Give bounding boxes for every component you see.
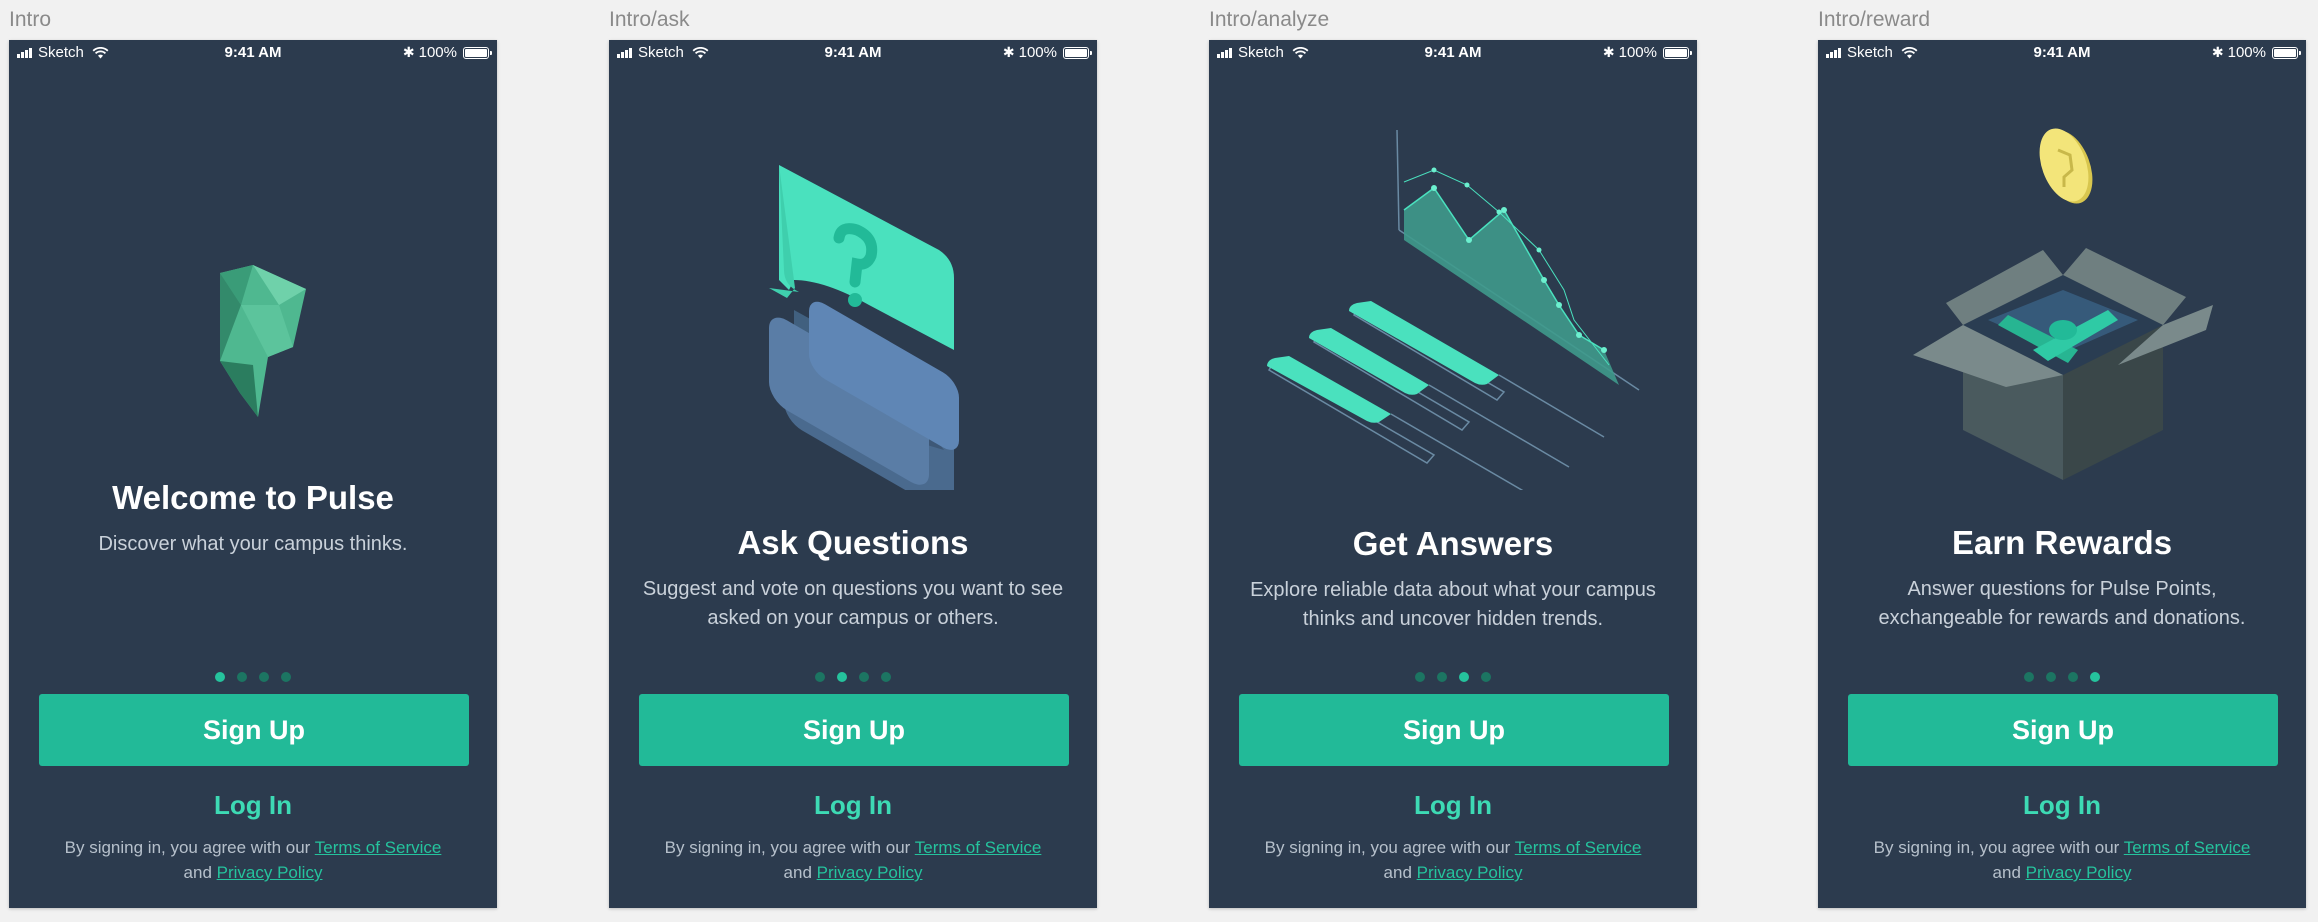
bluetooth-icon: ✱ xyxy=(402,44,415,60)
terms-of-service-link[interactable]: Terms of Service xyxy=(1515,838,1642,857)
terms-prefix: By signing in, you agree with our xyxy=(664,838,911,857)
phone-screen: Sketch 9:41 AM ✱ 100% xyxy=(1818,40,2306,908)
status-bar: Sketch 9:41 AM ✱ 100% xyxy=(1209,40,1697,67)
status-bar: Sketch 9:41 AM ✱ 100% xyxy=(1818,40,2306,67)
signup-button[interactable]: Sign Up xyxy=(639,694,1069,766)
privacy-policy-link[interactable]: Privacy Policy xyxy=(817,863,923,882)
terms-prefix: By signing in, you agree with our xyxy=(1264,838,1511,857)
terms-and: and xyxy=(183,863,212,882)
page-dot[interactable] xyxy=(859,672,869,682)
page-indicator xyxy=(609,672,1097,682)
terms-and: and xyxy=(783,863,812,882)
page-indicator xyxy=(1818,672,2306,682)
screen-title: Get Answers xyxy=(1352,525,1554,562)
screen-title: Ask Questions xyxy=(737,524,969,561)
page-dot[interactable] xyxy=(259,672,269,682)
artboard-label: Intro/reward xyxy=(1818,8,1931,31)
terms-and: and xyxy=(1992,863,2021,882)
signup-button[interactable]: Sign Up xyxy=(1848,694,2278,766)
artboard-label: Intro/ask xyxy=(609,8,690,31)
bluetooth-icon: ✱ xyxy=(2211,44,2224,60)
screen-title: Earn Rewards xyxy=(1951,524,2173,561)
page-dot[interactable] xyxy=(281,672,291,682)
signup-button[interactable]: Sign Up xyxy=(1239,694,1669,766)
reward-box-icon xyxy=(1913,128,2213,480)
page-dot[interactable] xyxy=(1437,672,1447,682)
page-dot[interactable] xyxy=(215,672,225,682)
page-dot[interactable] xyxy=(2090,672,2100,682)
bluetooth-icon: ✱ xyxy=(1602,44,1615,60)
page-indicator xyxy=(1209,672,1697,682)
status-bar: Sketch 9:41 AM ✱ 100% xyxy=(9,40,497,67)
phone-screen: Sketch 9:41 AM ✱ 100% Ask Questions Sugg… xyxy=(609,40,1097,908)
coin-icon xyxy=(2039,128,2093,204)
battery-percent: 100% xyxy=(1018,44,1057,61)
privacy-policy-link[interactable]: Privacy Policy xyxy=(217,863,323,882)
page-dot[interactable] xyxy=(815,672,825,682)
screen-subtitle: Discover what your campus thinks. xyxy=(98,533,408,555)
terms-notice: By signing in, you agree with our Terms … xyxy=(649,835,1057,885)
page-dot[interactable] xyxy=(2046,672,2056,682)
page-indicator xyxy=(9,672,497,682)
battery-icon xyxy=(2272,46,2301,59)
page-dot[interactable] xyxy=(1481,672,1491,682)
terms-prefix: By signing in, you agree with our xyxy=(64,838,311,857)
terms-notice: By signing in, you agree with our Terms … xyxy=(1858,835,2266,885)
screen-subtitle: Explore reliable data about what your ca… xyxy=(1250,579,1656,630)
page-dot[interactable] xyxy=(837,672,847,682)
login-link[interactable]: Log In xyxy=(1818,790,2306,821)
terms-of-service-link[interactable]: Terms of Service xyxy=(315,838,442,857)
terms-of-service-link[interactable]: Terms of Service xyxy=(2124,838,2251,857)
page-dot[interactable] xyxy=(1415,672,1425,682)
artboard-label: Intro xyxy=(9,8,52,31)
signup-button[interactable]: Sign Up xyxy=(39,694,469,766)
battery-icon xyxy=(1663,46,1692,59)
login-link[interactable]: Log In xyxy=(1209,790,1697,821)
privacy-policy-link[interactable]: Privacy Policy xyxy=(1417,863,1523,882)
battery-icon xyxy=(463,46,492,59)
login-link[interactable]: Log In xyxy=(609,790,1097,821)
page-dot[interactable] xyxy=(2024,672,2034,682)
pulse-logo-icon xyxy=(220,265,306,417)
page-dot[interactable] xyxy=(881,672,891,682)
battery-percent: 100% xyxy=(1618,44,1657,61)
phone-screen: Sketch 9:41 AM ✱ 100% Welcome to Pulse D… xyxy=(9,40,497,908)
terms-and: and xyxy=(1383,863,1412,882)
login-link[interactable]: Log In xyxy=(9,790,497,821)
screen-subtitle: Suggest and vote on questions you want t… xyxy=(642,578,1064,629)
privacy-policy-link[interactable]: Privacy Policy xyxy=(2026,863,2132,882)
page-dot[interactable] xyxy=(2068,672,2078,682)
status-bar: Sketch 9:41 AM ✱ 100% xyxy=(609,40,1097,67)
terms-notice: By signing in, you agree with our Terms … xyxy=(1249,835,1657,885)
phone-screen: Sketch 9:41 AM ✱ 100% xyxy=(1209,40,1697,908)
screen-subtitle: Answer questions for Pulse Points, excha… xyxy=(1878,578,2246,629)
page-dot[interactable] xyxy=(1459,672,1469,682)
battery-icon xyxy=(1063,46,1092,59)
bluetooth-icon: ✱ xyxy=(1002,44,1015,60)
terms-notice: By signing in, you agree with our Terms … xyxy=(49,835,457,885)
terms-of-service-link[interactable]: Terms of Service xyxy=(915,838,1042,857)
terms-prefix: By signing in, you agree with our xyxy=(1873,838,2120,857)
question-bubbles-icon xyxy=(769,165,959,490)
data-chart-icon xyxy=(1267,130,1640,490)
artboard-label: Intro/analyze xyxy=(1209,8,1330,31)
battery-percent: 100% xyxy=(418,44,457,61)
battery-percent: 100% xyxy=(2227,44,2266,61)
page-dot[interactable] xyxy=(237,672,247,682)
screen-title: Welcome to Pulse xyxy=(112,479,394,516)
